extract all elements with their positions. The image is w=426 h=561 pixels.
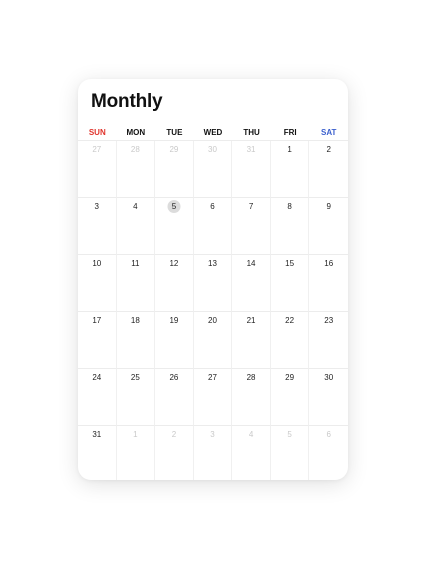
day-cell[interactable]: 5 xyxy=(155,198,194,255)
day-cell[interactable]: 25 xyxy=(116,369,156,426)
date-number: 31 xyxy=(246,145,256,154)
day-cell[interactable]: 29 xyxy=(270,369,310,426)
date-number: 4 xyxy=(248,430,254,439)
weekday-wed: WED xyxy=(203,128,223,137)
day-cell[interactable]: 4 xyxy=(116,198,156,255)
date-number: 26 xyxy=(169,373,179,382)
weekday-sat: SAT xyxy=(321,128,337,137)
day-cell[interactable]: 28 xyxy=(232,369,271,426)
day-cell[interactable]: 19 xyxy=(155,312,194,369)
day-cell[interactable]: 7 xyxy=(232,198,271,255)
date-number: 11 xyxy=(131,259,140,268)
day-cell[interactable]: 2 xyxy=(155,426,194,480)
date-number: 14 xyxy=(246,259,256,268)
date-number: 5 xyxy=(287,430,292,439)
date-number: 2 xyxy=(171,430,177,439)
day-cell[interactable]: 10 xyxy=(78,255,117,312)
day-cell[interactable]: 30 xyxy=(309,369,348,426)
weekday-thu: THU xyxy=(243,128,260,137)
date-number: 30 xyxy=(324,373,334,382)
date-number: 8 xyxy=(287,202,292,211)
day-cell[interactable]: 22 xyxy=(270,312,310,369)
date-number: 7 xyxy=(248,202,254,211)
date-number: 6 xyxy=(210,202,215,211)
date-number: 2 xyxy=(326,145,331,154)
date-number: 27 xyxy=(208,373,217,382)
day-cell[interactable]: 21 xyxy=(232,312,271,369)
day-cell[interactable]: 15 xyxy=(270,255,310,312)
calendar-grid: 27 28 29 30 31 1 2 3 4 5 6 7 8 9 10 11 12 13 14 15 16 17 18 19 2… xyxy=(78,140,348,480)
day-cell[interactable]: 31 xyxy=(232,141,271,198)
date-number: 20 xyxy=(208,316,217,325)
day-cell[interactable]: 4 xyxy=(232,426,271,480)
weekday-header: SUN MON TUE WED THU FRI SAT xyxy=(78,126,348,140)
day-cell[interactable]: 5 xyxy=(271,426,310,480)
date-number: 19 xyxy=(169,316,179,325)
date-number: 24 xyxy=(92,373,102,382)
date-number: 29 xyxy=(169,145,179,154)
day-cell[interactable]: 1 xyxy=(270,141,310,198)
date-number: 3 xyxy=(94,202,99,211)
date-number: 28 xyxy=(130,145,140,154)
day-cell[interactable]: 17 xyxy=(78,312,117,369)
date-number: 21 xyxy=(246,316,256,325)
date-number: 9 xyxy=(326,202,331,211)
day-cell[interactable]: 24 xyxy=(78,369,117,426)
day-cell[interactable]: 12 xyxy=(155,255,194,312)
date-number: 13 xyxy=(208,259,217,268)
day-cell[interactable]: 27 xyxy=(78,141,117,198)
date-number: 18 xyxy=(130,316,140,325)
date-number: 30 xyxy=(208,145,217,154)
day-cell[interactable]: 31 xyxy=(78,426,117,480)
date-number: 4 xyxy=(133,202,138,211)
day-cell[interactable]: 28 xyxy=(116,141,156,198)
date-number: 17 xyxy=(92,316,102,325)
date-number: 3 xyxy=(210,430,215,439)
today-date-number: 5 xyxy=(167,200,181,213)
day-cell[interactable]: 26 xyxy=(155,369,194,426)
date-number: 15 xyxy=(285,259,295,268)
day-cell[interactable]: 9 xyxy=(309,198,348,255)
day-cell[interactable]: 23 xyxy=(309,312,348,369)
date-number: 1 xyxy=(287,145,292,154)
calendar-title: Monthly xyxy=(91,91,163,112)
day-cell[interactable]: 3 xyxy=(78,198,117,255)
date-number: 6 xyxy=(326,430,331,439)
day-cell[interactable]: 30 xyxy=(193,141,233,198)
day-cell[interactable]: 13 xyxy=(193,255,233,312)
weekday-fri: FRI xyxy=(283,128,297,137)
day-cell[interactable]: 3 xyxy=(194,426,233,480)
day-cell[interactable]: 27 xyxy=(193,369,233,426)
day-cell[interactable]: 14 xyxy=(232,255,271,312)
date-number: 1 xyxy=(133,430,138,439)
weekday-sun: SUN xyxy=(88,128,106,137)
date-number: 23 xyxy=(324,316,334,325)
date-number: 10 xyxy=(92,259,102,268)
date-number: 22 xyxy=(285,316,295,325)
date-number: 28 xyxy=(246,373,256,382)
day-cell[interactable]: 6 xyxy=(193,198,233,255)
day-cell[interactable]: 20 xyxy=(193,312,233,369)
day-cell[interactable]: 18 xyxy=(116,312,156,369)
weekday-tue: TUE xyxy=(166,128,183,137)
date-number: 31 xyxy=(92,430,102,439)
day-cell[interactable]: 8 xyxy=(270,198,310,255)
weekday-mon: MON xyxy=(126,128,146,137)
day-cell[interactable]: 1 xyxy=(117,426,156,480)
day-cell[interactable]: 6 xyxy=(309,426,348,480)
day-cell[interactable]: 11 xyxy=(116,255,156,312)
date-number: 29 xyxy=(285,373,295,382)
date-number: 12 xyxy=(169,259,179,268)
day-cell[interactable]: 16 xyxy=(309,255,348,312)
date-number: 25 xyxy=(130,373,140,382)
day-cell[interactable]: 29 xyxy=(155,141,194,198)
day-cell[interactable]: 2 xyxy=(309,141,348,198)
date-number: 27 xyxy=(92,145,102,154)
monthly-calendar-card: Monthly SUN MON TUE WED THU FRI SAT 27 28 29 30 31… xyxy=(78,79,348,480)
date-number: 16 xyxy=(324,259,334,268)
